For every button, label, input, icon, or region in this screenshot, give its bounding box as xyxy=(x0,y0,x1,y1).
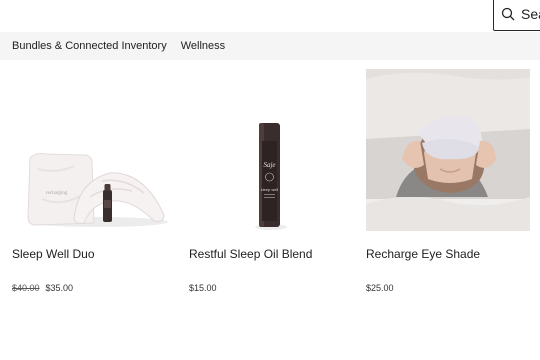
original-price: $40.00 xyxy=(12,283,40,293)
bottle-brand: Saje xyxy=(263,161,275,169)
product-name[interactable]: Restful Sleep Oil Blend xyxy=(189,247,312,261)
search-input[interactable] xyxy=(521,5,540,22)
sale-price: $35.00 xyxy=(45,283,74,293)
nav-item-wellness[interactable]: Wellness xyxy=(181,40,225,52)
product-price: $15.00 xyxy=(189,283,217,293)
bottle-label: sleep well xyxy=(261,187,279,192)
category-nav: Bundles & Connected Inventory Wellness xyxy=(0,32,540,60)
product-price: $25.00 xyxy=(366,283,394,293)
product-name[interactable]: Recharge Eye Shade xyxy=(366,247,480,261)
price: $25.00 xyxy=(366,283,394,293)
search-icon xyxy=(501,7,515,20)
pouch-text: recharging xyxy=(46,191,68,196)
product-price: $40.00 $35.00 xyxy=(12,283,73,293)
product-image-recharge-eye-shade[interactable] xyxy=(366,69,530,231)
product-card[interactable]: Saje sleep well Restful Sleep Oil Blend … xyxy=(189,69,353,293)
search-box[interactable] xyxy=(493,0,540,31)
product-name[interactable]: Sleep Well Duo xyxy=(12,247,95,261)
product-image-sleep-well-duo[interactable]: recharging xyxy=(12,69,176,231)
price: $15.00 xyxy=(189,283,217,293)
product-image-restful-sleep-oil[interactable]: Saje sleep well xyxy=(189,69,353,231)
product-card[interactable]: Recharge Eye Shade $25.00 xyxy=(366,69,530,293)
product-card[interactable]: recharging Sleep Well Duo $40.00 $35.00 xyxy=(12,69,176,293)
nav-item-bundles[interactable]: Bundles & Connected Inventory xyxy=(12,40,167,52)
